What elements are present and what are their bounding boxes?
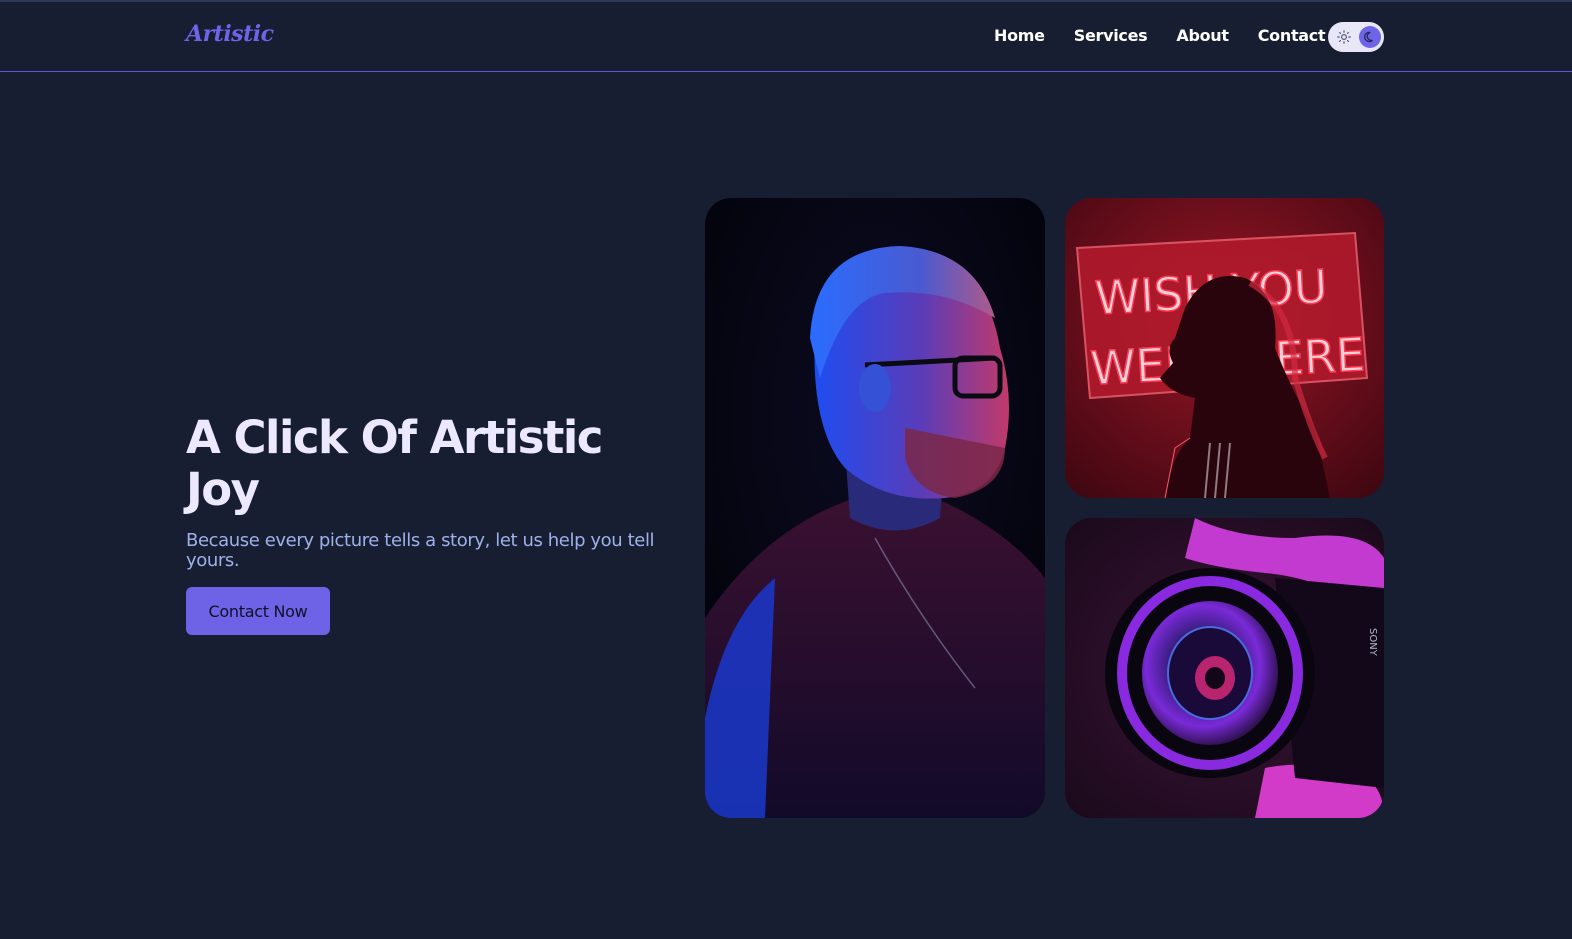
hero-subtitle: Because every picture tells a story, let…: [186, 530, 655, 571]
hero-title: A Click Of Artistic Joy: [186, 411, 604, 516]
contact-now-button[interactable]: Contact Now: [186, 587, 330, 635]
nav-about-link[interactable]: About: [1176, 26, 1229, 45]
nav-contact-link[interactable]: Contact: [1258, 26, 1326, 45]
sun-icon: [1337, 30, 1351, 44]
gallery-image-portrait: [705, 198, 1045, 818]
nav-services-link[interactable]: Services: [1074, 26, 1148, 45]
toggle-knob: [1359, 26, 1381, 48]
nav-links: Home Services About Contact: [994, 26, 1354, 45]
theme-toggle[interactable]: [1328, 22, 1384, 52]
moon-icon: [1364, 31, 1373, 43]
logo[interactable]: Artistic: [186, 21, 274, 47]
navbar: Artistic Home Services About Contact: [0, 2, 1572, 72]
camera-brand-label: SONY: [1367, 628, 1378, 657]
gallery-image-camera-lens: SONY: [1065, 518, 1384, 818]
nav-home-link[interactable]: Home: [994, 26, 1045, 45]
gallery-image-neon-sign: WISH YOU WERE HERE: [1065, 198, 1384, 498]
